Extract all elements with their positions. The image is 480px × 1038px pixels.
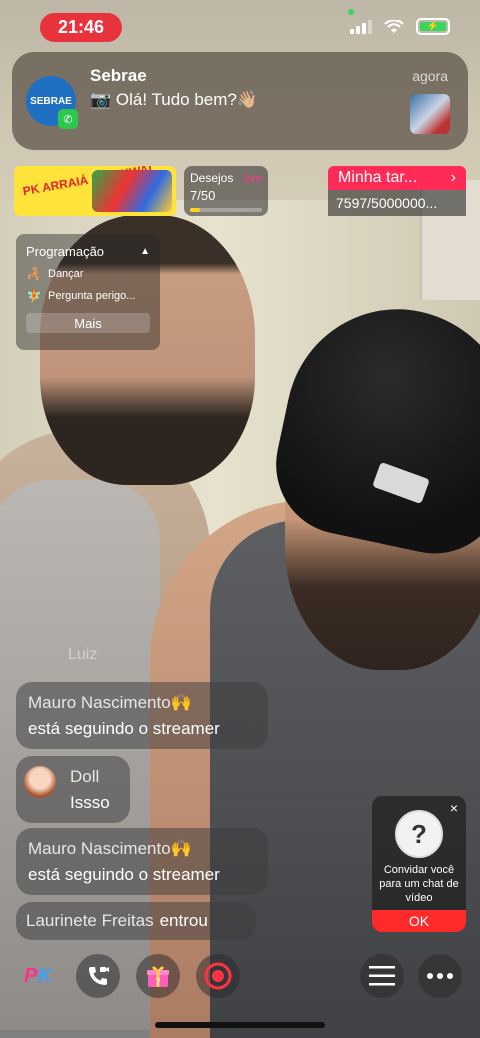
event-banner-art	[92, 170, 172, 212]
fairy-icon: 🧚	[26, 289, 42, 303]
video-call-button[interactable]	[76, 954, 120, 998]
wishes-progress-bar	[190, 208, 262, 212]
pk-k: K	[37, 964, 52, 987]
chat-message[interactable]: Laurinete Freitas entrou	[16, 902, 256, 940]
whatsapp-icon: ✆	[58, 109, 78, 129]
heart-live-icon: live	[243, 171, 262, 185]
wifi-icon	[384, 19, 404, 33]
programacao-title: Programação	[26, 244, 105, 259]
programacao-item[interactable]: 🦂 Dançar	[26, 267, 150, 281]
pk-button[interactable]: PK	[16, 954, 60, 998]
chat-message[interactable]: Mauro Nascimento🙌 está seguindo o stream…	[16, 828, 268, 895]
chat-message[interactable]: Doll Issso	[16, 756, 130, 823]
notification-message: 📷 Olá! Tudo bem?👋🏼	[90, 90, 259, 109]
scorpion-icon: 🦂	[26, 267, 42, 281]
programacao-item-label: Dançar	[48, 268, 84, 280]
video-chat-invite: × ? Convidar você para um chat de vídeo …	[372, 796, 466, 932]
collapse-caret-icon[interactable]: ▲	[140, 246, 150, 257]
ok-button[interactable]: OK	[372, 910, 466, 932]
notification-time: agora	[412, 68, 448, 84]
wishes-label: Desejos	[190, 171, 234, 185]
more-button[interactable]	[418, 954, 462, 998]
push-notification[interactable]: SEBRAE ✆ Sebrae 📷 Olá! Tudo bem?👋🏼 agora	[12, 52, 468, 150]
close-icon[interactable]: ×	[450, 800, 458, 816]
menu-button[interactable]	[360, 954, 404, 998]
notification-thumbnail	[410, 94, 450, 134]
cellular-signal-icon	[350, 19, 372, 34]
notification-title: Sebrae	[90, 66, 147, 85]
gift-button[interactable]: ?	[136, 954, 180, 998]
video-call-icon	[89, 967, 109, 985]
task-value: 7597/5000000...	[328, 190, 466, 216]
battery-charging-icon: ⚡	[416, 18, 450, 35]
chat-username: Mauro Nascimento🙌	[28, 839, 192, 858]
wishes-count: 7/50	[190, 188, 216, 203]
task-widget[interactable]: Minha tar... › 7597/5000000...	[328, 166, 466, 216]
chevron-right-icon: ›	[450, 169, 456, 186]
chat-username: Doll	[70, 767, 100, 786]
programacao-more-button[interactable]: Mais	[26, 313, 150, 333]
chat-faded-name: Luiz	[68, 646, 98, 663]
menu-icon	[369, 966, 395, 986]
chat-body: está seguindo o streamer	[28, 864, 220, 884]
record-button[interactable]	[196, 954, 240, 998]
chat-body: entrou	[159, 911, 208, 930]
status-icons: ⚡	[350, 18, 450, 35]
svg-text:?: ?	[155, 977, 160, 988]
wishes-widget[interactable]: Desejos live 7/50	[184, 166, 268, 216]
camera-indicator-dot	[348, 9, 354, 15]
gift-icon: ?	[147, 966, 169, 988]
programacao-item-label: Pergunta perigo...	[48, 290, 136, 302]
bottom-toolbar: PK ?	[0, 946, 480, 1006]
programacao-panel: Programação ▲ 🦂 Dançar 🧚 Pergunta perigo…	[16, 234, 160, 350]
home-indicator[interactable]	[155, 1022, 325, 1028]
event-banner[interactable]: PK ARRAIÁ LIVE KWAI	[14, 166, 176, 216]
wishes-progress-fill	[190, 208, 201, 212]
avatar[interactable]	[24, 766, 56, 798]
status-bar: 21:46 ⚡	[0, 0, 480, 52]
chat-username: Mauro Nascimento🙌	[28, 693, 192, 712]
chat-username: Laurinete Freitas	[26, 911, 154, 930]
invite-text: Convidar você para um chat de vídeo	[379, 864, 459, 904]
chat-body: está seguindo o streamer	[28, 718, 220, 738]
task-label: Minha tar...	[338, 169, 418, 186]
pk-p: P	[24, 964, 38, 987]
record-icon	[204, 962, 232, 990]
programacao-item[interactable]: 🧚 Pergunta perigo...	[26, 289, 150, 303]
status-time[interactable]: 21:46	[40, 13, 122, 42]
more-icon	[427, 973, 453, 979]
chat-body: Issso	[70, 792, 110, 812]
chat-message[interactable]: Mauro Nascimento🙌 está seguindo o stream…	[16, 682, 268, 749]
guest-avatar: ?	[395, 810, 443, 858]
